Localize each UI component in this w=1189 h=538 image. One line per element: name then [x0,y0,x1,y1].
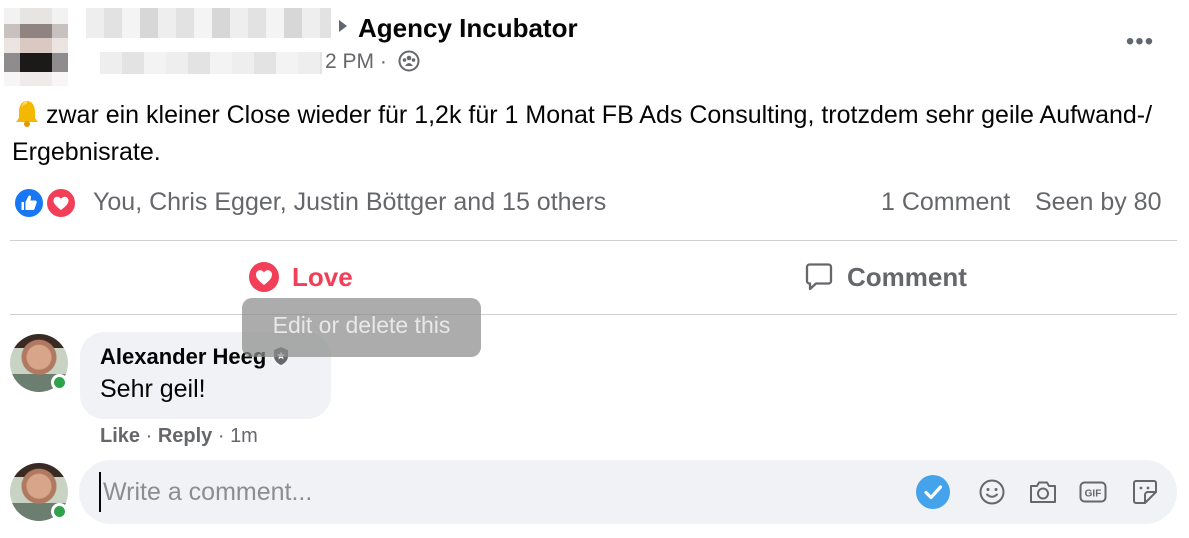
photo-button[interactable] [1025,474,1061,510]
group-name-link[interactable]: Agency Incubator [358,13,578,44]
separator-dot: · [140,425,158,447]
sticker-button[interactable] [1127,474,1163,510]
online-status-dot [51,503,68,520]
reaction-names-link[interactable]: You, Chris Egger, Justin Böttger and 15 … [93,188,606,217]
sticker-icon [1133,480,1157,504]
like-reaction-icon[interactable] [13,187,45,219]
post-header: Agency Incubator 2 PM · ••• [0,0,1189,90]
check-badge-button[interactable] [915,474,951,510]
post-meta-blurred [100,52,322,74]
emoji-button[interactable] [974,474,1010,510]
post-body: zwar ein kleiner Close wieder für 1,2k f… [12,97,1172,171]
comment-like-link[interactable]: Like [100,425,140,447]
comment-actions: Like · Reply · 1m [100,425,258,448]
love-reaction-icon[interactable] [45,187,77,219]
comment-button-label: Comment [847,261,967,292]
edit-delete-tooltip: Edit or delete this [242,298,481,357]
heart-icon [249,262,279,292]
divider-top [10,240,1177,241]
author-avatar-blurred[interactable] [4,8,68,86]
smiley-icon [979,479,1005,505]
love-button-label: Love [292,261,353,292]
camera-icon [1030,481,1056,503]
comment-time-link[interactable]: 1m [230,425,258,447]
separator-dot: · [212,425,231,447]
post-timestamp[interactable]: 2 PM · [325,50,387,74]
post-text: zwar ein kleiner Close wieder für 1,2k f… [12,101,1153,166]
love-button[interactable]: Love [248,257,353,297]
author-name-blurred[interactable] [86,8,331,38]
comment-text: Sehr geil! [100,375,206,403]
bell-emoji-icon [16,101,38,127]
comment-composer: GIF [79,460,1177,524]
comment-reply-link[interactable]: Reply [158,425,212,447]
triangle-right-icon [339,20,347,32]
comment-count-link[interactable]: 1 Comment [881,188,1010,217]
online-status-dot [51,374,68,391]
seen-by-link[interactable]: Seen by 80 [1035,188,1162,217]
speech-bubble-icon [805,263,833,291]
group-audience-icon[interactable] [398,50,420,72]
more-options-button[interactable]: ••• [1120,25,1160,59]
gif-button[interactable]: GIF [1075,474,1111,510]
reactions-summary: You, Chris Egger, Justin Böttger and 15 … [0,180,1189,224]
comment-input[interactable] [99,472,899,512]
action-bar: Love Comment [0,244,1189,312]
comment-button[interactable]: Comment [803,257,967,297]
divider-bottom [10,314,1177,315]
svg-text:GIF: GIF [1085,489,1102,500]
checkmark-circle-icon [916,475,950,509]
gif-icon: GIF [1079,481,1107,503]
